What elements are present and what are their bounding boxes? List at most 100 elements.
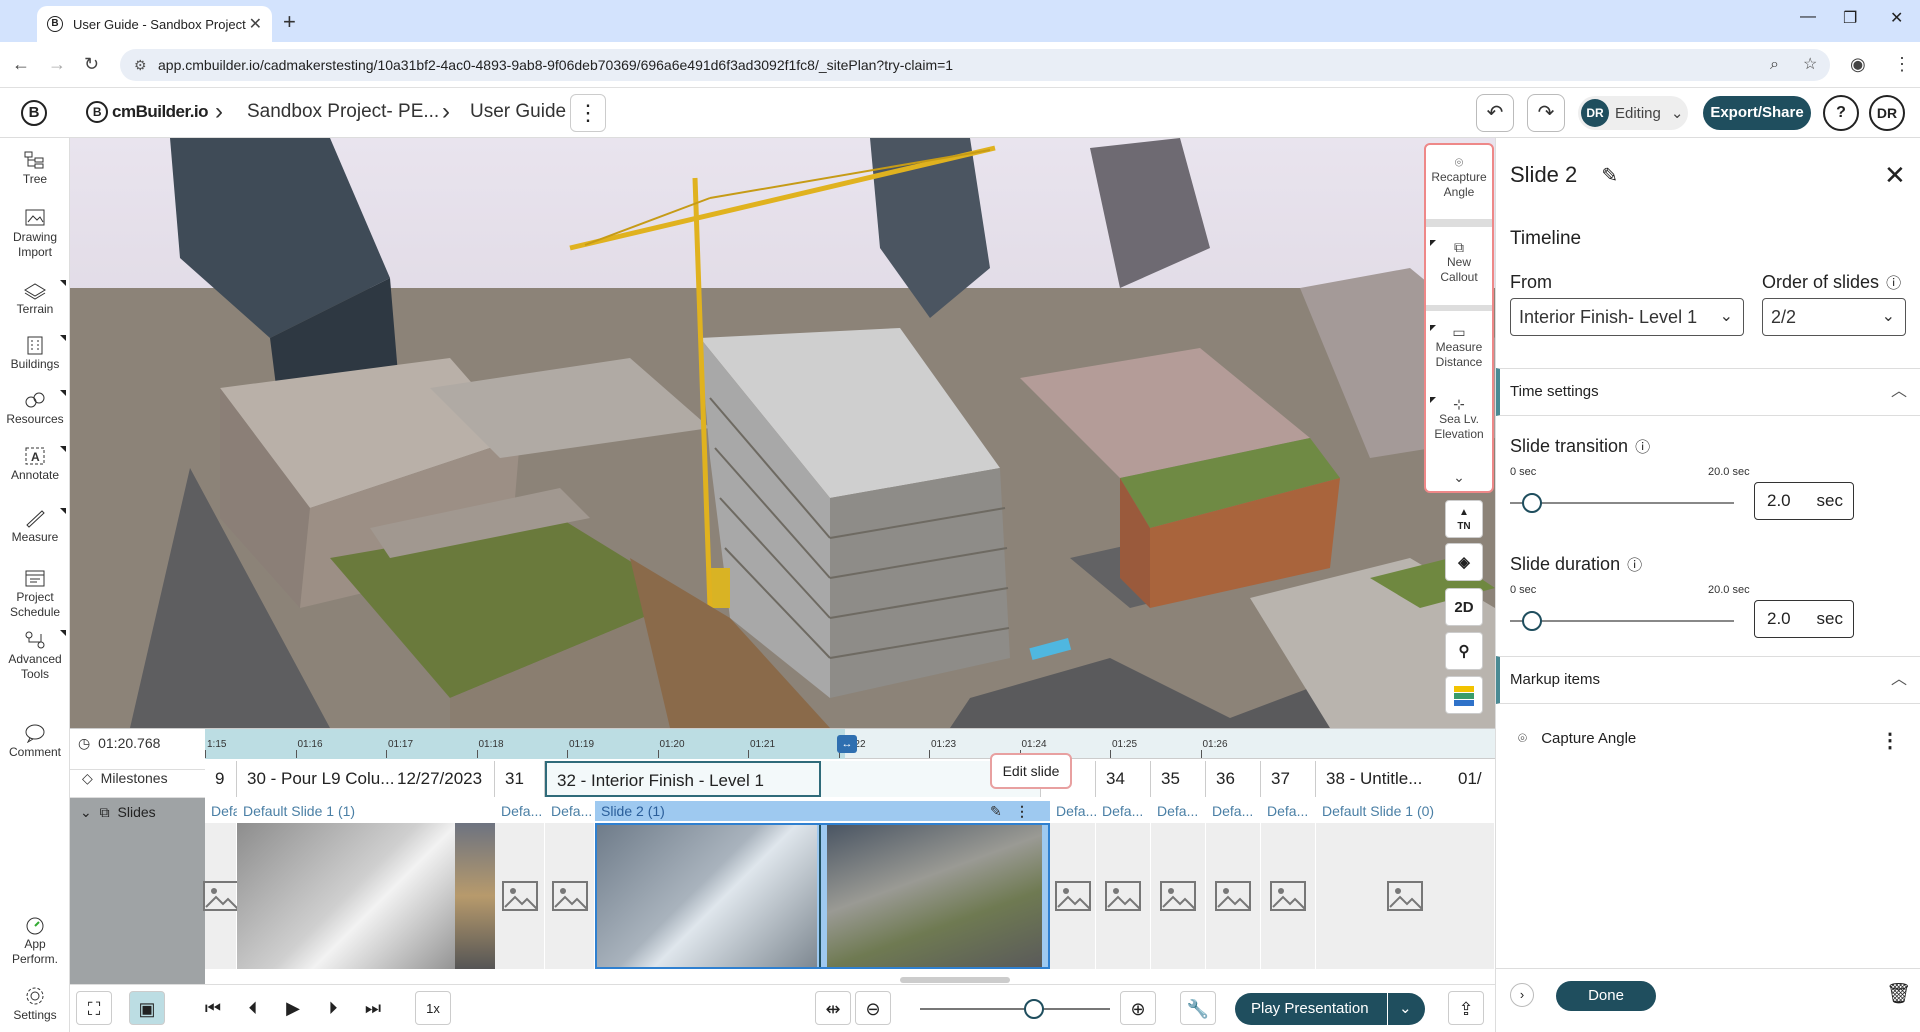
info-icon[interactable]: ⓘ <box>1627 557 1642 574</box>
slide-thumbnail[interactable] <box>1206 823 1261 969</box>
play-presentation-button[interactable]: Play Presentation ⌄ <box>1235 993 1425 1025</box>
expand-tools-icon[interactable]: ⌄ <box>1426 470 1492 485</box>
info-icon[interactable]: ⓘ <box>1635 439 1650 456</box>
capture-angle-item[interactable]: ⌾ Capture Angle <box>1518 730 1636 747</box>
transition-slider-knob[interactable] <box>1522 493 1542 513</box>
duration-slider[interactable] <box>1510 611 1734 631</box>
slide-label[interactable]: Defa... <box>545 801 595 821</box>
milestone-cell[interactable]: 36 <box>1206 761 1261 797</box>
markup-item-menu-icon[interactable]: ⋮ <box>1880 728 1900 753</box>
layers-button[interactable]: ◈ <box>1445 543 1483 581</box>
slide-thumbnail[interactable] <box>237 823 495 969</box>
breadcrumb-project[interactable]: Sandbox Project- PE... <box>247 101 439 123</box>
browser-menu-icon[interactable]: ⋮ <box>1893 54 1911 75</box>
breadcrumb-page[interactable]: User Guide <box>470 101 566 123</box>
from-select[interactable]: Interior Finish- Level 1 ⌄ <box>1510 298 1744 336</box>
slide-label[interactable]: Default Slide 1 (0) <box>1316 801 1495 821</box>
back-icon[interactable]: ← <box>12 54 30 75</box>
milestone-cell[interactable]: 30 - Pour L9 Colu... 12/27/2023 <box>237 761 495 797</box>
forward-icon[interactable]: → <box>48 54 66 75</box>
app-logo-icon[interactable]: B <box>21 100 47 126</box>
slide-label-selected[interactable]: Slide 2 (1) ✎ ⋮ <box>595 801 1050 821</box>
maximize-icon[interactable]: ❐ <box>1843 8 1857 28</box>
sea-level-elevation-tool[interactable]: ⊹ Sea Lv. Elevation <box>1426 397 1492 442</box>
milestone-cell[interactable]: 31 <box>495 761 545 797</box>
slide-thumbnail[interactable] <box>1261 823 1316 969</box>
undo-button[interactable]: ↶ <box>1476 94 1514 132</box>
slides-row-label[interactable]: ⌄ ⧉ Slides <box>70 797 205 989</box>
tab-close-icon[interactable]: ✕ <box>249 14 262 34</box>
duration-slider-knob[interactable] <box>1522 611 1542 631</box>
redo-button[interactable]: ↷ <box>1527 94 1565 132</box>
help-button[interactable]: ? <box>1823 95 1859 131</box>
next-button[interactable]: ⏵ <box>315 991 351 1025</box>
fit-timeline-button[interactable]: ⇹ <box>815 991 851 1025</box>
slide-thumbnail[interactable] <box>1096 823 1151 969</box>
delete-slide-icon[interactable]: 🗑 <box>1886 981 1911 1006</box>
user-avatar[interactable]: DR <box>1869 95 1905 131</box>
slide-label[interactable]: Defa... <box>1261 801 1316 821</box>
measure-distance-tool[interactable]: ▭ Measure Distance <box>1426 325 1492 370</box>
close-panel-icon[interactable]: ✕ <box>1884 160 1906 191</box>
slide-label[interactable]: Defa... <box>1206 801 1261 821</box>
transition-input[interactable]: 2.0 sec <box>1754 482 1854 520</box>
slide-thumbnail[interactable] <box>495 823 545 969</box>
slide-label[interactable]: Defa... <box>495 801 545 821</box>
slide-thumbnail[interactable] <box>1050 823 1096 969</box>
milestone-cell[interactable]: 35 <box>1151 761 1206 797</box>
recapture-angle-tool[interactable]: ⌾ Recapture Angle <box>1426 155 1492 200</box>
mode-dropdown[interactable]: DR Editing ⌄ <box>1578 96 1688 130</box>
milestone-cell[interactable]: 37 <box>1261 761 1316 797</box>
color-legend-button[interactable] <box>1445 676 1483 714</box>
close-window-icon[interactable]: ✕ <box>1890 8 1903 28</box>
sidebar-item-buildings[interactable]: Buildings <box>0 335 70 372</box>
north-arrow-button[interactable]: ▲ TN <box>1445 500 1483 538</box>
browser-tab[interactable]: B User Guide - Sandbox Project - ✕ <box>37 6 272 42</box>
reload-icon[interactable]: ↻ <box>84 54 99 75</box>
collapse-chevron-icon[interactable]: ⌄ <box>80 804 92 820</box>
slide-label[interactable]: Defa... <box>1096 801 1151 821</box>
zoom-slider[interactable] <box>920 999 1110 1019</box>
sidebar-item-terrain[interactable]: Terrain <box>0 280 70 317</box>
sidebar-item-settings[interactable]: Settings <box>0 986 70 1023</box>
slide-label[interactable]: Defa... <box>1151 801 1206 821</box>
sidebar-item-tree[interactable]: Tree <box>0 150 70 187</box>
bookmark-star-icon[interactable]: ☆ <box>1803 49 1817 81</box>
milestone-cell[interactable]: 9 <box>205 761 237 797</box>
slide-label[interactable]: Default Slide 1 (1) <box>237 801 495 821</box>
export-share-button[interactable]: Export/Share <box>1703 96 1811 130</box>
duration-input[interactable]: 2.0 sec <box>1754 600 1854 638</box>
skip-to-end-button[interactable]: ⏭ <box>355 991 391 1025</box>
sidebar-item-measure[interactable]: Measure <box>0 508 70 545</box>
slide-thumbnail[interactable] <box>202 823 239 969</box>
slide-thumbnail[interactable] <box>545 823 595 969</box>
new-tab-icon[interactable]: + <box>283 9 296 35</box>
pedestrian-view-button[interactable]: ⚲ <box>1445 632 1483 670</box>
3d-viewport[interactable] <box>70 138 1495 728</box>
previous-button[interactable]: ⏴ <box>235 991 271 1025</box>
brand-logo[interactable]: B cmBuilder.io <box>86 101 209 123</box>
slide-thumbnail[interactable] <box>1316 823 1495 969</box>
url-field[interactable]: ⚙ app.cmbuilder.io/cadmakerstesting/10a3… <box>120 49 1830 81</box>
wrench-button[interactable]: 🔧 <box>1180 991 1216 1025</box>
export-timeline-button[interactable]: ⇪ <box>1448 991 1484 1025</box>
skip-to-start-button[interactable]: ⏮ <box>195 991 231 1025</box>
minimize-icon[interactable]: — <box>1800 8 1816 26</box>
zoom-in-button[interactable]: ⊕ <box>1120 991 1156 1025</box>
playhead-handle[interactable]: ↔ <box>837 735 857 753</box>
slide-label[interactable]: Defa... <box>205 801 237 821</box>
zoom-icon[interactable]: ⌕ <box>1770 49 1779 81</box>
sidebar-item-project-schedule[interactable]: Project Schedule <box>0 568 70 620</box>
sidebar-item-resources[interactable]: Resources <box>0 390 70 427</box>
expand-panel-button[interactable]: › <box>1510 983 1534 1007</box>
slide-thumbnail[interactable] <box>1151 823 1206 969</box>
transition-slider[interactable] <box>1510 493 1734 513</box>
play-button[interactable]: ▶ <box>275 991 311 1025</box>
presentation-mode-button[interactable]: ▣ <box>129 991 165 1025</box>
milestone-cell[interactable]: 38 - Untitle... 01/ <box>1316 761 1495 797</box>
profile-icon[interactable]: ◉ <box>1850 54 1866 75</box>
zoom-slider-knob[interactable] <box>1024 999 1044 1019</box>
info-icon[interactable]: ⓘ <box>1886 275 1901 292</box>
markup-items-section[interactable]: Markup items ︿ <box>1496 656 1920 704</box>
slide-label[interactable]: Defa... <box>1050 801 1096 821</box>
